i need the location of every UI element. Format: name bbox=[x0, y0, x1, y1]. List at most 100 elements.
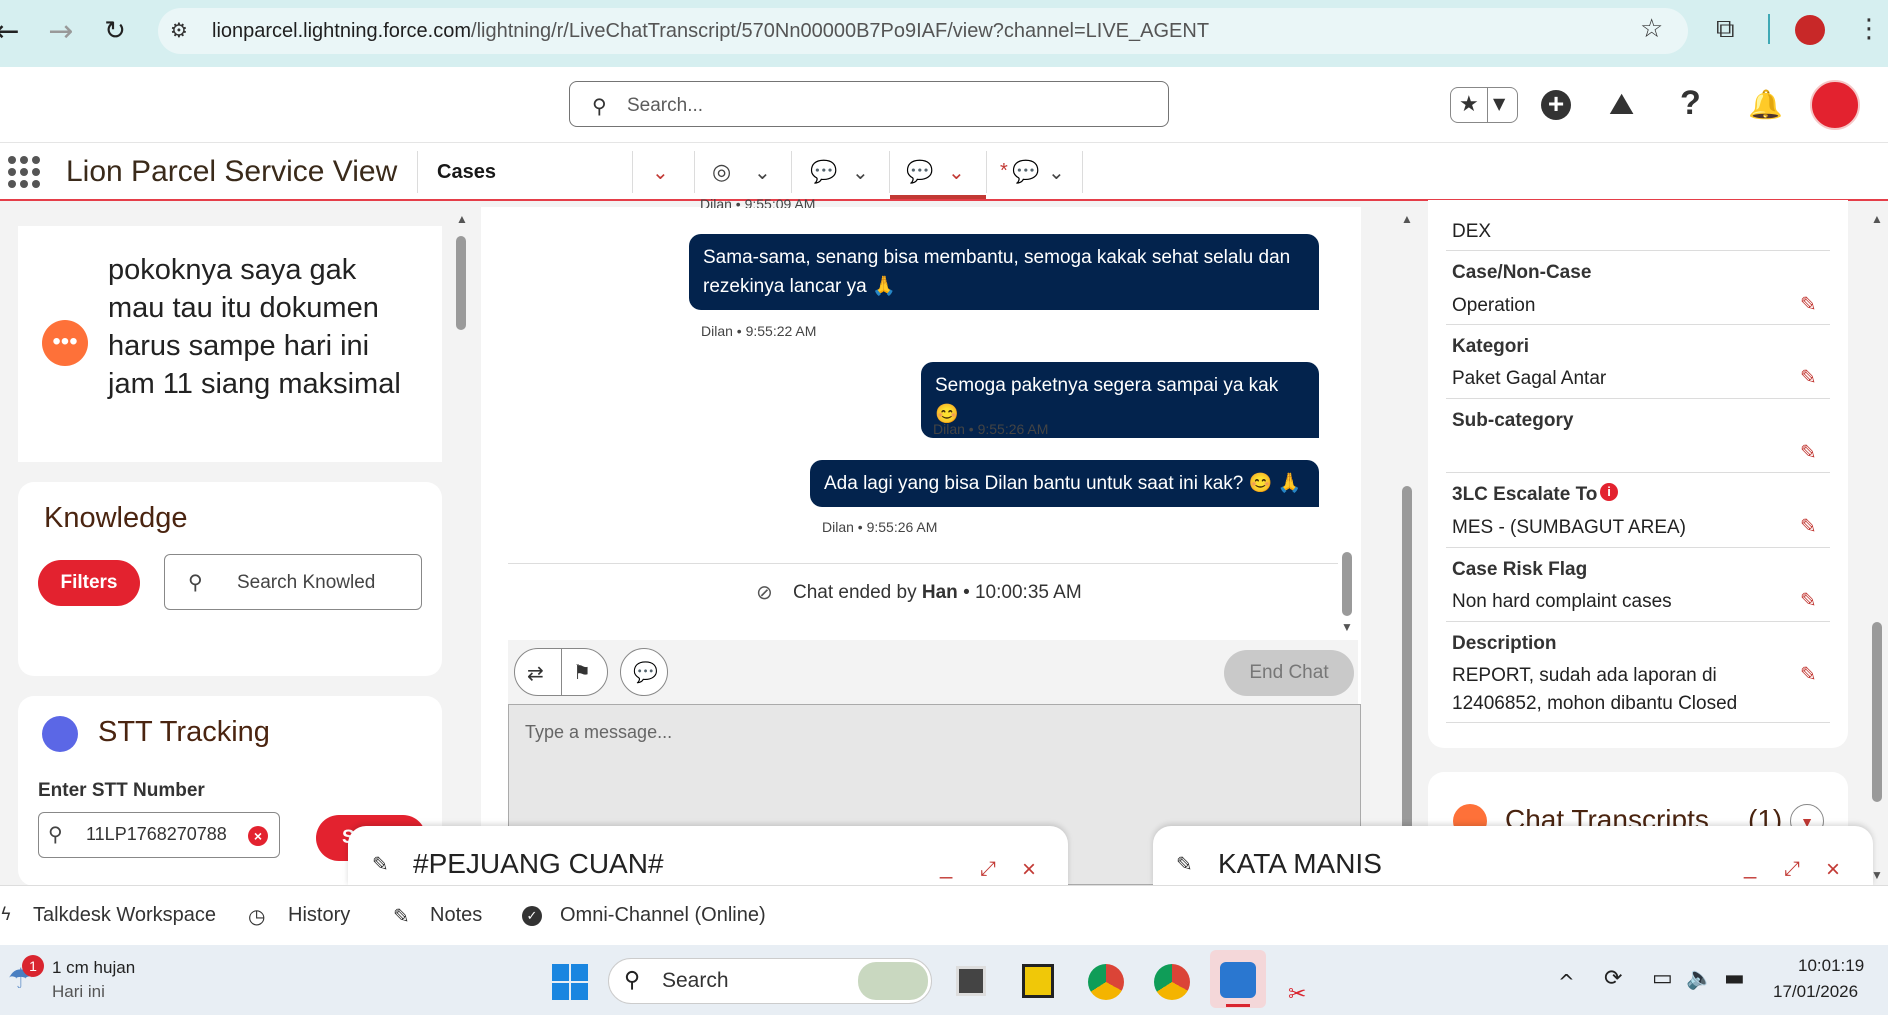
reload-icon[interactable]: ↻ bbox=[98, 16, 132, 46]
tab-chat-draft-icon[interactable]: 💬 bbox=[1012, 160, 1039, 185]
expand-icon[interactable]: ⤢ bbox=[1784, 856, 1800, 880]
chevron-down-icon[interactable]: ▼ bbox=[1493, 94, 1505, 113]
chrome-profile-icon[interactable] bbox=[1154, 964, 1190, 1000]
message-timestamp: Dilan • 9:55:09 AM bbox=[700, 196, 816, 208]
utility-notes[interactable]: Notes bbox=[430, 904, 482, 927]
cases-menu-chevron-icon[interactable]: ⌄ bbox=[652, 160, 669, 184]
chevron-down-icon[interactable]: ⌄ bbox=[1048, 160, 1065, 184]
tab-chat-active[interactable]: 💬 ⌄ bbox=[890, 143, 986, 199]
chat-bubble-icon: ••• bbox=[42, 320, 88, 366]
message-input-placeholder: Type a message... bbox=[525, 722, 673, 742]
weather-text[interactable]: 1 cm hujan bbox=[52, 958, 135, 978]
search-icon: ⚲ bbox=[188, 570, 203, 594]
minimize-icon[interactable]: _ bbox=[1744, 854, 1756, 880]
favorites-button[interactable]: ★ ▼ bbox=[1450, 87, 1518, 123]
windows-start-icon[interactable] bbox=[552, 964, 588, 1000]
scrollbar-thumb[interactable] bbox=[1402, 486, 1412, 832]
scroll-up-icon[interactable]: ▲ bbox=[456, 212, 468, 226]
edit-pencil-icon[interactable]: ✎ bbox=[1800, 365, 1822, 389]
left-scrollbar[interactable]: ▲ bbox=[454, 212, 468, 330]
scroll-down-icon[interactable]: ▼ bbox=[1341, 620, 1353, 634]
transfer-icon[interactable]: ⇄ bbox=[527, 661, 544, 685]
edit-pencil-icon[interactable]: ✎ bbox=[1800, 662, 1822, 686]
scrollbar-thumb[interactable] bbox=[1342, 552, 1352, 616]
flag-icon[interactable]: ⚑ bbox=[573, 660, 591, 684]
task-view-icon[interactable] bbox=[956, 966, 986, 996]
browser-menu-icon[interactable]: ⋮ bbox=[1856, 14, 1882, 44]
extensions-icon[interactable]: ⧉ bbox=[1716, 14, 1735, 45]
filters-button[interactable]: Filters bbox=[38, 560, 140, 606]
history-clock-icon: ◷ bbox=[248, 904, 266, 928]
taskbar-search-label: Search bbox=[662, 969, 729, 992]
battery-icon[interactable]: ▬ bbox=[1724, 966, 1745, 991]
center-scrollbar[interactable]: ▲ bbox=[1400, 212, 1414, 832]
user-avatar[interactable] bbox=[1810, 80, 1860, 130]
back-icon[interactable]: ← bbox=[0, 14, 24, 49]
end-chat-button[interactable]: End Chat bbox=[1224, 650, 1354, 696]
field-divider bbox=[1446, 398, 1830, 399]
chat-ended-time: • 10:00:35 AM bbox=[963, 582, 1082, 603]
edit-pencil-icon[interactable]: ✎ bbox=[1800, 292, 1822, 316]
clear-input-icon[interactable]: × bbox=[248, 826, 268, 846]
utility-omni-channel[interactable]: Omni-Channel (Online) bbox=[560, 904, 766, 927]
notes-icon: ✎ bbox=[1176, 852, 1193, 876]
edit-pencil-icon[interactable]: ✎ bbox=[1800, 440, 1822, 464]
tab-workspace-icon[interactable]: ◎ bbox=[712, 160, 731, 185]
scroll-up-icon[interactable]: ▲ bbox=[1401, 212, 1413, 226]
info-icon[interactable]: i bbox=[1600, 483, 1618, 501]
tab-chat-icon[interactable]: 💬 bbox=[810, 160, 837, 185]
utility-history[interactable]: History bbox=[288, 904, 350, 927]
forward-icon[interactable]: → bbox=[44, 14, 78, 49]
sticky-notes-icon[interactable] bbox=[1022, 964, 1054, 998]
network-icon[interactable]: ▭ bbox=[1652, 966, 1673, 991]
utility-talkdesk[interactable]: Talkdesk Workspace bbox=[33, 904, 216, 927]
edit-pencil-icon[interactable]: ✎ bbox=[1800, 514, 1822, 538]
scrollbar-thumb[interactable] bbox=[456, 236, 466, 330]
global-add-icon[interactable]: + bbox=[1541, 90, 1571, 120]
profile-avatar[interactable] bbox=[1795, 15, 1825, 45]
scroll-up-icon[interactable]: ▲ bbox=[1871, 212, 1883, 226]
site-settings-icon[interactable]: ⚙ bbox=[170, 18, 188, 42]
clock-date[interactable]: 17/01/2026 bbox=[1773, 982, 1858, 1002]
favorites-divider bbox=[1487, 88, 1488, 122]
help-icon[interactable]: ? bbox=[1680, 84, 1701, 123]
app-launcher-icon[interactable] bbox=[8, 156, 40, 188]
toolbar-divider bbox=[1768, 14, 1770, 44]
message-timestamp: Dilan • 9:55:26 AM bbox=[822, 519, 938, 535]
field-label-kategori: Kategori bbox=[1452, 336, 1530, 357]
tray-expand-icon[interactable]: ^ bbox=[1558, 970, 1575, 994]
edit-pencil-icon[interactable]: ✎ bbox=[1800, 588, 1822, 612]
nav-divider bbox=[1082, 151, 1083, 193]
lightning-icon: ϟ bbox=[0, 904, 12, 925]
trailhead-icon[interactable]: ⛰ bbox=[1609, 87, 1634, 122]
field-divider bbox=[1446, 472, 1830, 473]
bookmark-star-icon[interactable]: ☆ bbox=[1640, 14, 1663, 44]
scrollbar-thumb[interactable] bbox=[1872, 622, 1882, 802]
field-label-case-type: Case/Non-Case bbox=[1452, 262, 1592, 283]
sync-icon[interactable]: ⟳ bbox=[1604, 966, 1622, 991]
notifications-bell-icon[interactable]: 🔔 bbox=[1748, 88, 1783, 121]
right-scrollbar[interactable]: ▲ ▼ bbox=[1870, 212, 1884, 882]
field-divider bbox=[1446, 621, 1830, 622]
expand-icon[interactable]: ⤢ bbox=[980, 856, 996, 880]
minimize-icon[interactable]: _ bbox=[940, 854, 952, 880]
clock-time[interactable]: 10:01:19 bbox=[1798, 956, 1864, 976]
close-icon[interactable]: × bbox=[1022, 856, 1036, 884]
chevron-down-icon[interactable]: ⌄ bbox=[948, 160, 965, 184]
quick-text-button[interactable]: 💬 bbox=[620, 648, 668, 696]
active-app-indicator bbox=[1226, 1004, 1250, 1007]
volume-icon[interactable]: 🔈 bbox=[1686, 966, 1713, 991]
field-label-escalate: 3LC Escalate To bbox=[1452, 484, 1598, 505]
chat-divider bbox=[508, 563, 1338, 564]
chevron-down-icon[interactable]: ⌄ bbox=[852, 160, 869, 184]
close-icon[interactable]: × bbox=[1826, 856, 1840, 884]
url-text[interactable]: lionparcel.lightning.force.com/lightning… bbox=[212, 20, 1209, 43]
chat-scrollbar[interactable]: ▼ bbox=[1340, 548, 1354, 634]
chevron-down-icon[interactable]: ⌄ bbox=[754, 160, 771, 184]
nav-divider bbox=[417, 151, 418, 193]
online-status-icon: ✓ bbox=[522, 906, 542, 926]
tab-cases[interactable]: Cases bbox=[437, 161, 496, 184]
snipping-tool-icon[interactable]: ✂ bbox=[1288, 982, 1306, 1007]
chrome-icon[interactable] bbox=[1088, 964, 1124, 1000]
star-icon: ★ bbox=[1459, 92, 1479, 117]
